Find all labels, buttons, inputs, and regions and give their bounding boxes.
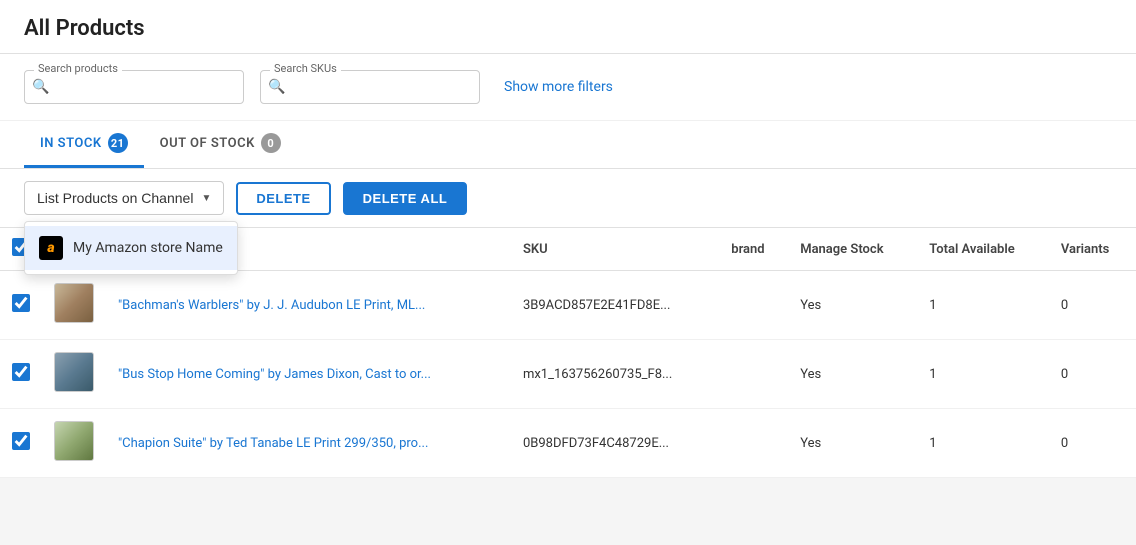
tab-in-stock[interactable]: IN STOCK 21 xyxy=(24,121,144,168)
row2-thumbnail xyxy=(54,352,94,392)
col-header-sku: SKU xyxy=(511,228,719,271)
dropdown-label: List Products on Channel xyxy=(37,190,193,206)
search-products-input[interactable] xyxy=(24,70,244,104)
search-products-field: Search products 🔍 xyxy=(24,70,244,104)
page-container: All Products Search products 🔍 Search SK… xyxy=(0,0,1136,545)
search-skus-icon: 🔍 xyxy=(268,79,285,95)
delete-all-button[interactable]: DELETE ALL xyxy=(343,182,468,215)
row1-thumbnail xyxy=(54,283,94,323)
row1-total-available-cell: 1 xyxy=(917,271,1049,340)
search-skus-input[interactable] xyxy=(260,70,480,104)
row2-manage-stock-cell: Yes xyxy=(788,340,917,409)
row2-sku-cell: mx1_163756260735_F8... xyxy=(511,340,719,409)
tab-in-stock-label: IN STOCK xyxy=(40,136,102,151)
table-row: "Bachman's Warblers" by J. J. Audubon LE… xyxy=(0,271,1136,340)
row2-checkbox[interactable] xyxy=(12,363,30,381)
list-products-dropdown[interactable]: List Products on Channel ▼ xyxy=(24,181,224,215)
tab-out-of-stock[interactable]: OUT OF STOCK 0 xyxy=(144,121,297,168)
col-header-variants: Variants xyxy=(1049,228,1136,271)
page-header: All Products xyxy=(0,0,1136,54)
table-row: "Chapion Suite" by Ted Tanabe LE Print 2… xyxy=(0,409,1136,478)
row1-sku-cell: 3B9ACD857E2E41FD8E... xyxy=(511,271,719,340)
chevron-down-icon: ▼ xyxy=(201,193,211,204)
row1-brand-cell xyxy=(719,271,788,340)
row1-variants-cell: 0 xyxy=(1049,271,1136,340)
col-header-manage-stock: Manage Stock xyxy=(788,228,917,271)
row1-manage-stock-cell: Yes xyxy=(788,271,917,340)
row3-thumbnail xyxy=(54,421,94,461)
row3-checkbox[interactable] xyxy=(12,432,30,450)
delete-button[interactable]: DELETE xyxy=(236,182,330,215)
row1-check-cell xyxy=(0,271,42,340)
tab-in-stock-badge: 21 xyxy=(108,133,128,153)
amazon-icon: a xyxy=(39,236,63,260)
row3-total-available-cell: 1 xyxy=(917,409,1049,478)
search-products-icon: 🔍 xyxy=(32,79,49,95)
page-title: All Products xyxy=(24,16,1112,41)
search-skus-field: Search SKUs 🔍 xyxy=(260,70,480,104)
row2-name-cell: "Bus Stop Home Coming" by James Dixon, C… xyxy=(106,340,511,409)
row2-brand-cell xyxy=(719,340,788,409)
amazon-store-name: My Amazon store Name xyxy=(73,240,223,256)
row2-check-cell xyxy=(0,340,42,409)
search-products-label: Search products xyxy=(34,62,122,75)
row1-checkbox[interactable] xyxy=(12,294,30,312)
row1-name-cell: "Bachman's Warblers" by J. J. Audubon LE… xyxy=(106,271,511,340)
row2-variants-cell: 0 xyxy=(1049,340,1136,409)
row3-product-name[interactable]: "Chapion Suite" by Ted Tanabe LE Print 2… xyxy=(118,436,428,451)
tabs-row: IN STOCK 21 OUT OF STOCK 0 xyxy=(0,121,1136,169)
row2-product-name[interactable]: "Bus Stop Home Coming" by James Dixon, C… xyxy=(118,367,431,382)
row3-manage-stock-cell: Yes xyxy=(788,409,917,478)
dropdown-item-amazon[interactable]: a My Amazon store Name xyxy=(25,226,237,270)
table-row: "Bus Stop Home Coming" by James Dixon, C… xyxy=(0,340,1136,409)
tab-out-of-stock-badge: 0 xyxy=(261,133,281,153)
row3-brand-cell xyxy=(719,409,788,478)
dropdown-menu: a My Amazon store Name xyxy=(24,221,238,275)
row3-image-cell xyxy=(42,409,106,478)
row3-sku-cell: 0B98DFD73F4C48729E... xyxy=(511,409,719,478)
row1-image-cell xyxy=(42,271,106,340)
show-more-filters-link[interactable]: Show more filters xyxy=(504,79,613,95)
filters-row: Search products 🔍 Search SKUs 🔍 Show mor… xyxy=(0,54,1136,121)
col-header-brand: brand xyxy=(719,228,788,271)
col-header-total-available: Total Available xyxy=(917,228,1049,271)
content-area: Search products 🔍 Search SKUs 🔍 Show mor… xyxy=(0,54,1136,478)
row2-total-available-cell: 1 xyxy=(917,340,1049,409)
row2-image-cell xyxy=(42,340,106,409)
row3-check-cell xyxy=(0,409,42,478)
search-skus-label: Search SKUs xyxy=(270,62,341,75)
row1-product-name[interactable]: "Bachman's Warblers" by J. J. Audubon LE… xyxy=(118,298,425,313)
row3-name-cell: "Chapion Suite" by Ted Tanabe LE Print 2… xyxy=(106,409,511,478)
actions-row: List Products on Channel ▼ a My Amazon s… xyxy=(0,169,1136,227)
tab-out-of-stock-label: OUT OF STOCK xyxy=(160,136,255,151)
row3-variants-cell: 0 xyxy=(1049,409,1136,478)
